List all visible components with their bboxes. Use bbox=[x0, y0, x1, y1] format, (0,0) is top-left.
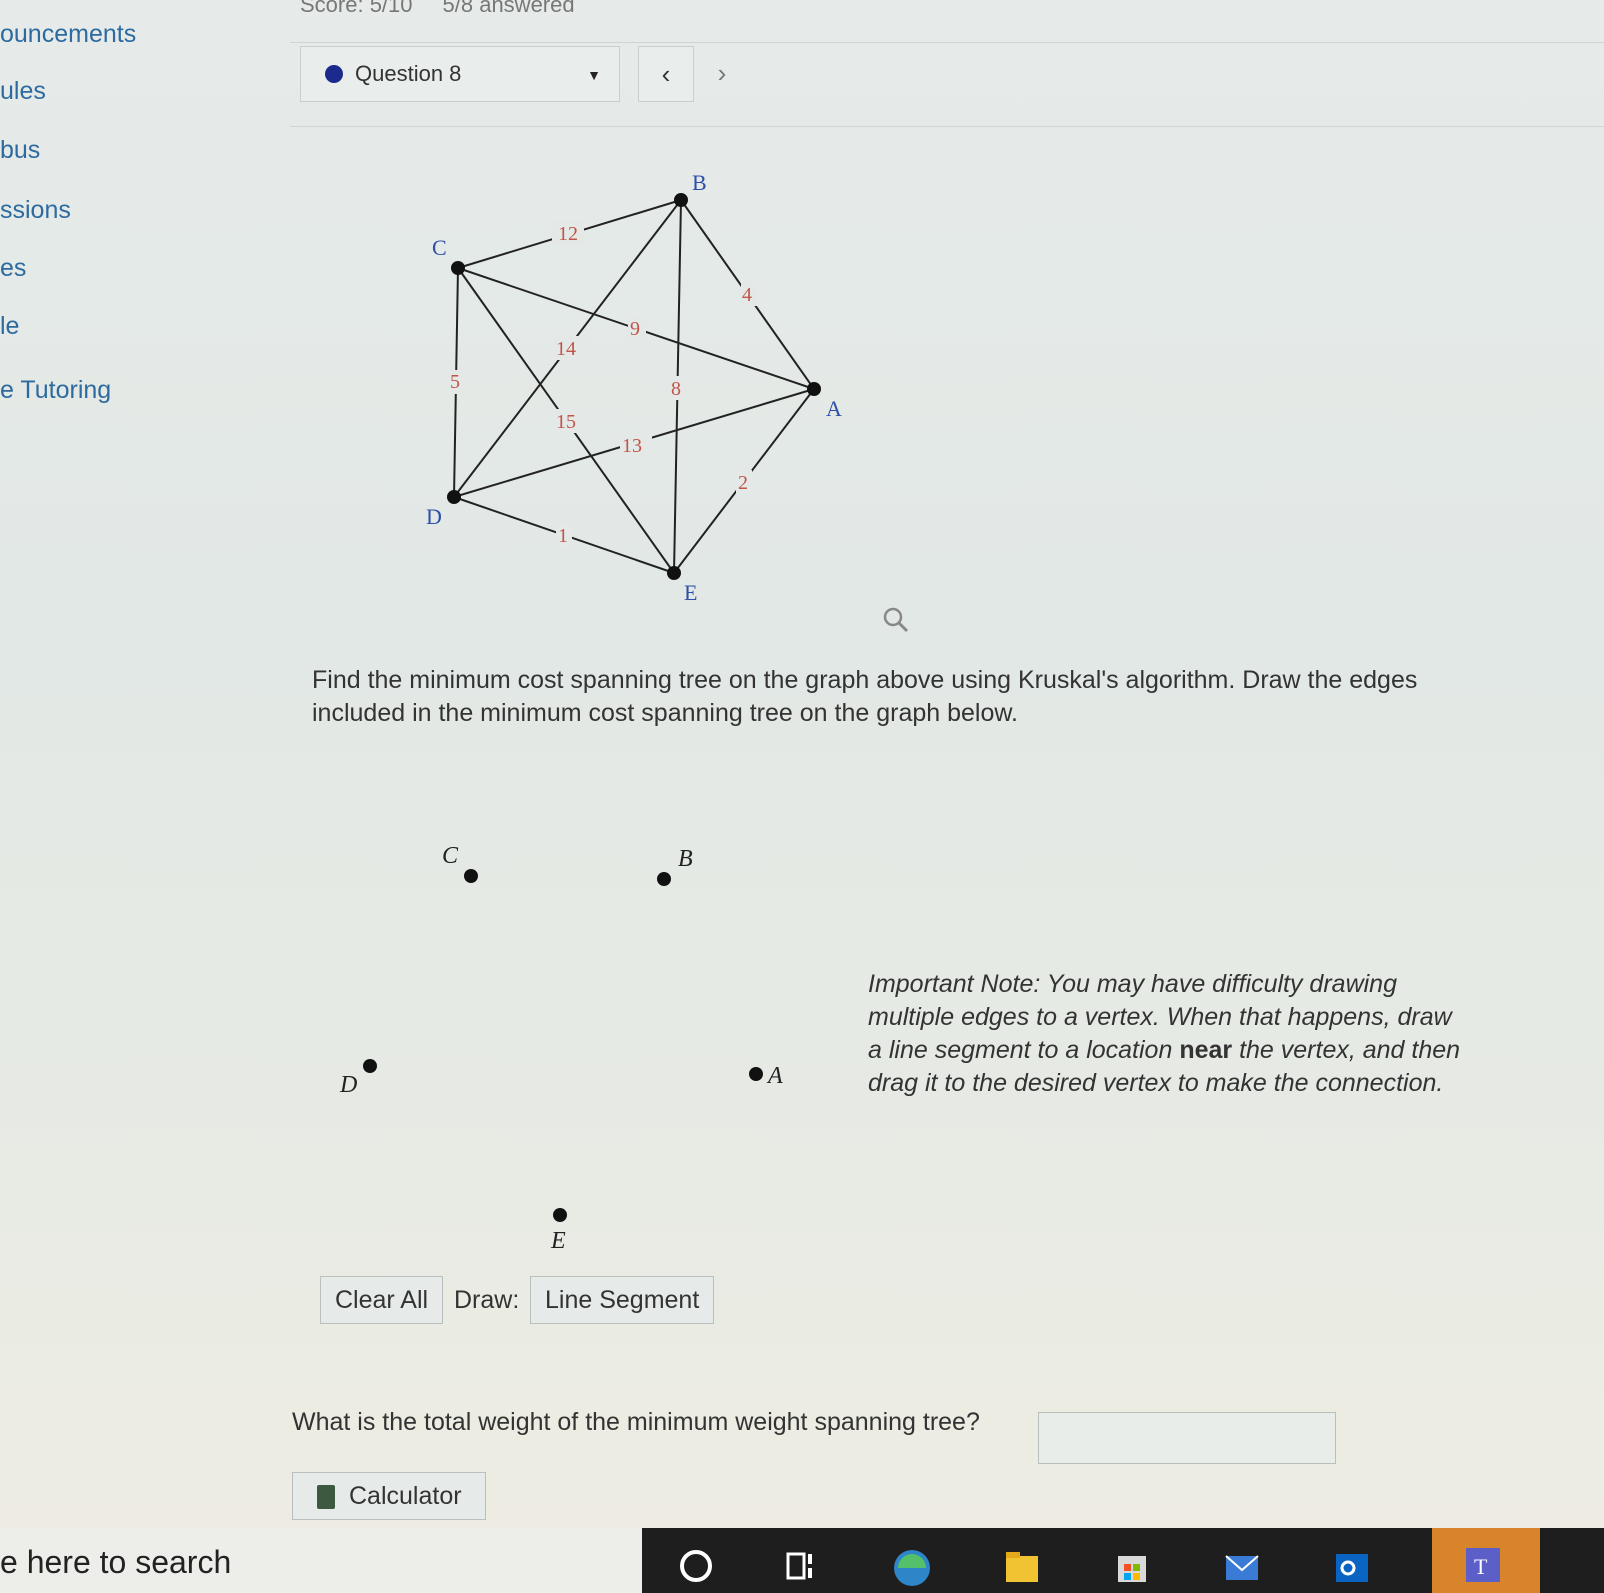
weight-label: 14 bbox=[556, 338, 576, 360]
draw-label: Draw: bbox=[454, 1286, 520, 1314]
vertex-A bbox=[807, 382, 821, 396]
total-weight-question: What is the total weight of the minimum … bbox=[292, 1408, 980, 1436]
vertex-label-C: C bbox=[432, 235, 447, 260]
taskbar: e here to search T bbox=[0, 1528, 1604, 1593]
weight-label: 12 bbox=[558, 223, 578, 245]
draw-vertex-D[interactable] bbox=[363, 1059, 377, 1073]
file-explorer-icon[interactable] bbox=[1002, 1546, 1042, 1586]
draw-vertex-B[interactable] bbox=[657, 872, 671, 886]
draw-label-C: C bbox=[442, 843, 459, 869]
vertex-C bbox=[451, 261, 465, 275]
draw-vertex-A[interactable] bbox=[749, 1067, 763, 1081]
clear-all-button[interactable]: Clear All bbox=[320, 1276, 444, 1324]
total-weight-input[interactable] bbox=[1038, 1412, 1336, 1464]
task-view-icon[interactable] bbox=[782, 1546, 822, 1586]
outlook-icon[interactable] bbox=[1332, 1546, 1372, 1586]
svg-text:T: T bbox=[1474, 1554, 1488, 1579]
weight-label: 9 bbox=[630, 318, 640, 340]
vertex-label-B: B bbox=[692, 170, 707, 195]
teams-icon[interactable]: T bbox=[1432, 1528, 1540, 1593]
vertex-D bbox=[447, 490, 461, 504]
weight-label: 15 bbox=[556, 411, 576, 433]
cortana-icon[interactable] bbox=[676, 1546, 716, 1586]
calculator-label: Calculator bbox=[349, 1482, 462, 1510]
draw-label-B: B bbox=[678, 846, 693, 872]
zoom-icon[interactable] bbox=[882, 606, 910, 634]
question-prompt: Find the minimum cost spanning tree on t… bbox=[312, 666, 1418, 727]
taskbar-search-text: e here to search bbox=[0, 1544, 232, 1580]
mail-icon[interactable] bbox=[1222, 1546, 1262, 1586]
vertex-label-D: D bbox=[426, 504, 442, 529]
vertex-label-E: E bbox=[684, 580, 697, 605]
calculator-button[interactable]: Calculator bbox=[292, 1472, 486, 1520]
note-emphasis: near bbox=[1179, 1036, 1233, 1064]
vertex-label-A: A bbox=[826, 396, 842, 421]
draw-tool-select[interactable]: Line Segment bbox=[530, 1276, 715, 1324]
drawing-canvas[interactable]: C B D A E bbox=[300, 820, 860, 1260]
calculator-icon bbox=[317, 1485, 335, 1509]
weight-label: 8 bbox=[671, 378, 681, 400]
draw-label-E: E bbox=[550, 1228, 566, 1254]
weight-label: 2 bbox=[738, 472, 748, 494]
draw-label-A: A bbox=[766, 1063, 783, 1089]
vertex-B bbox=[674, 193, 688, 207]
important-note: Important Note: You may have difficulty … bbox=[868, 968, 1468, 1100]
weighted-graph: 12 4 9 14 5 8 15 13 2 1 A B C D E bbox=[426, 170, 842, 605]
draw-label-D: D bbox=[339, 1072, 357, 1098]
store-icon[interactable] bbox=[1112, 1546, 1152, 1586]
weight-label: 1 bbox=[558, 525, 568, 547]
weight-label: 13 bbox=[622, 435, 642, 457]
draw-vertex-E[interactable] bbox=[553, 1208, 567, 1222]
vertex-E bbox=[667, 566, 681, 580]
weight-label: 5 bbox=[450, 371, 460, 393]
taskbar-icons: T bbox=[642, 1528, 1604, 1593]
edge-browser-icon[interactable] bbox=[892, 1546, 932, 1586]
weight-label: 4 bbox=[742, 284, 752, 306]
taskbar-search[interactable]: e here to search bbox=[0, 1528, 642, 1593]
draw-vertex-C[interactable] bbox=[464, 869, 478, 883]
